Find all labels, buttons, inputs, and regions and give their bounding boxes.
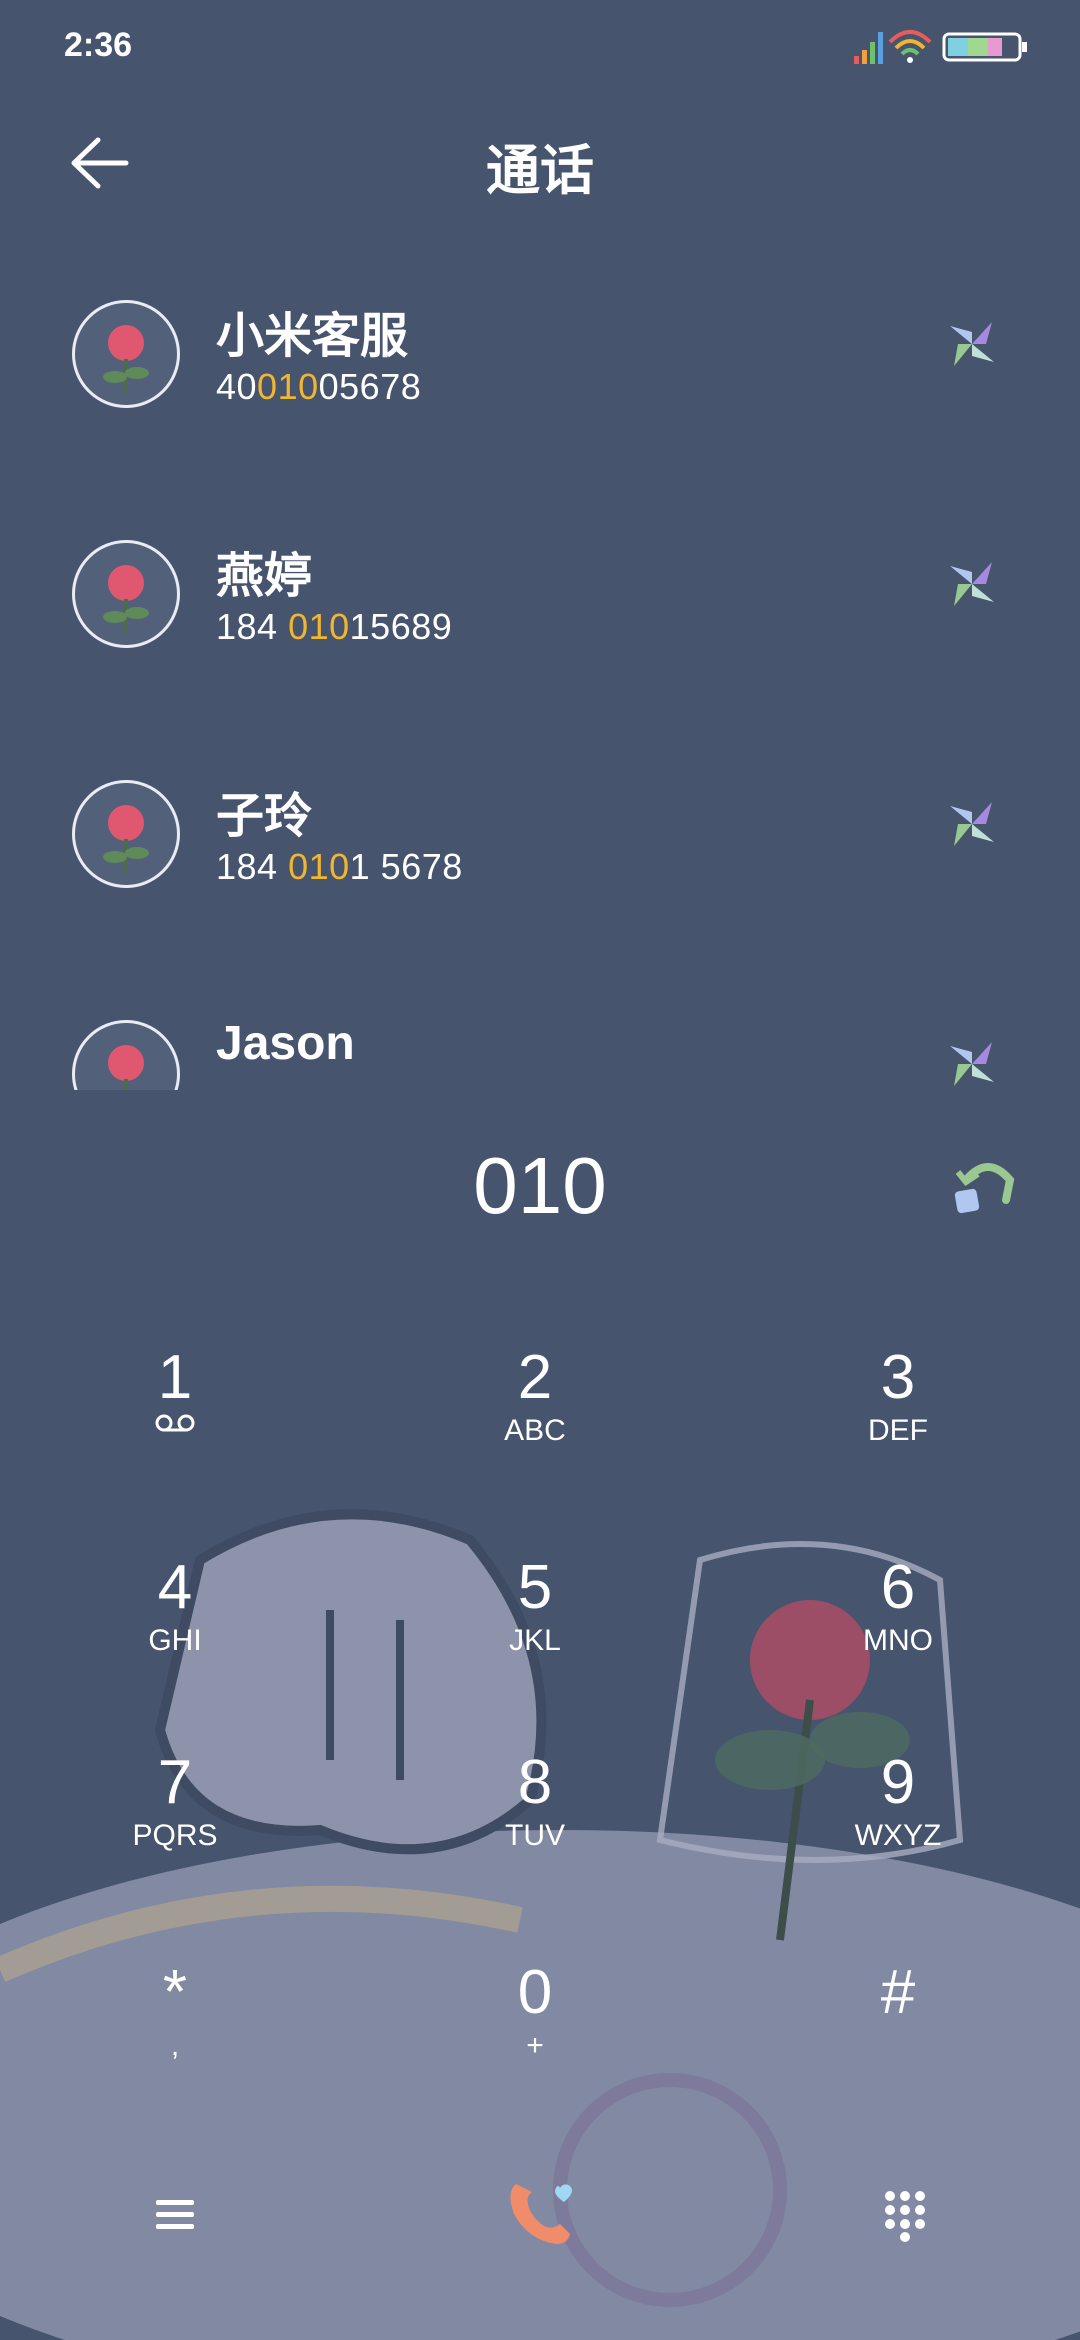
contact-number: 184 0101 5678	[216, 846, 463, 887]
key-4[interactable]: 4 GHI	[75, 1555, 275, 1695]
backspace-arrow-icon[interactable]	[948, 1150, 1018, 1220]
contact-item[interactable]: 子玲 184 0101 5678	[0, 740, 1080, 940]
rose-avatar-icon	[72, 300, 180, 408]
status-time: 2:36	[64, 26, 133, 64]
battery-icon	[942, 32, 1027, 62]
contact-item[interactable]: 小米客服 4001005678	[0, 260, 1080, 460]
status-bar: 2:36	[0, 0, 1080, 96]
pinwheel-call-icon[interactable]	[942, 794, 1002, 854]
page-title: 通话	[486, 141, 594, 201]
key-1[interactable]: 1	[75, 1345, 275, 1485]
key-hash[interactable]: #	[798, 1960, 998, 2100]
contact-number: 4001005678	[216, 366, 422, 407]
dialpad-grid-icon[interactable]	[880, 2188, 930, 2242]
contact-name: 燕婷	[216, 550, 313, 603]
contact-name: 子玲	[216, 790, 313, 843]
rose-avatar-icon	[72, 540, 180, 648]
signal-icon	[854, 32, 883, 64]
key-6[interactable]: 6 MNO	[798, 1555, 998, 1695]
contact-name: Jason	[216, 1017, 355, 1070]
bottom-bar	[0, 2160, 1080, 2280]
key-5[interactable]: 5 JKL	[435, 1555, 635, 1695]
key-7[interactable]: 7 PQRS	[75, 1750, 275, 1890]
pinwheel-call-icon[interactable]	[942, 1034, 1002, 1090]
dial-keypad: 1 2 ABC 3 DEF 4 GHI 5 JKL 6 MNO 7 PQRS 8 TUV 9W…	[0, 1330, 1080, 2100]
key-0[interactable]: 0 +	[435, 1960, 635, 2100]
key-star[interactable]: *,	[75, 1960, 275, 2100]
pinwheel-call-icon[interactable]	[942, 314, 1002, 374]
status-icons	[854, 30, 1027, 64]
key-3[interactable]: 3 DEF	[798, 1345, 998, 1485]
header: 通话	[0, 110, 1080, 210]
hamburger-menu-icon[interactable]	[150, 2190, 200, 2240]
contact-list: 小米客服 4001005678 燕婷 184 01015689 子玲 184 0…	[0, 260, 1080, 1090]
rose-avatar-icon	[72, 1020, 180, 1090]
contact-name: 小米客服	[216, 310, 409, 363]
key-9[interactable]: 9 WXYZ	[798, 1750, 998, 1890]
pinwheel-call-icon[interactable]	[942, 554, 1002, 614]
contact-item[interactable]: 燕婷 184 01015689	[0, 500, 1080, 700]
voicemail-icon	[155, 1414, 195, 1432]
wifi-icon	[888, 30, 932, 63]
rose-avatar-icon	[72, 780, 180, 888]
phone-heart-icon[interactable]	[498, 2170, 582, 2254]
key-2[interactable]: 2 ABC	[435, 1345, 635, 1485]
dialed-number: 010	[473, 1141, 607, 1230]
key-8[interactable]: 8 TUV	[435, 1750, 635, 1890]
contact-number: 184 01015689	[216, 606, 453, 647]
contact-item[interactable]: Jason	[0, 980, 1080, 1090]
